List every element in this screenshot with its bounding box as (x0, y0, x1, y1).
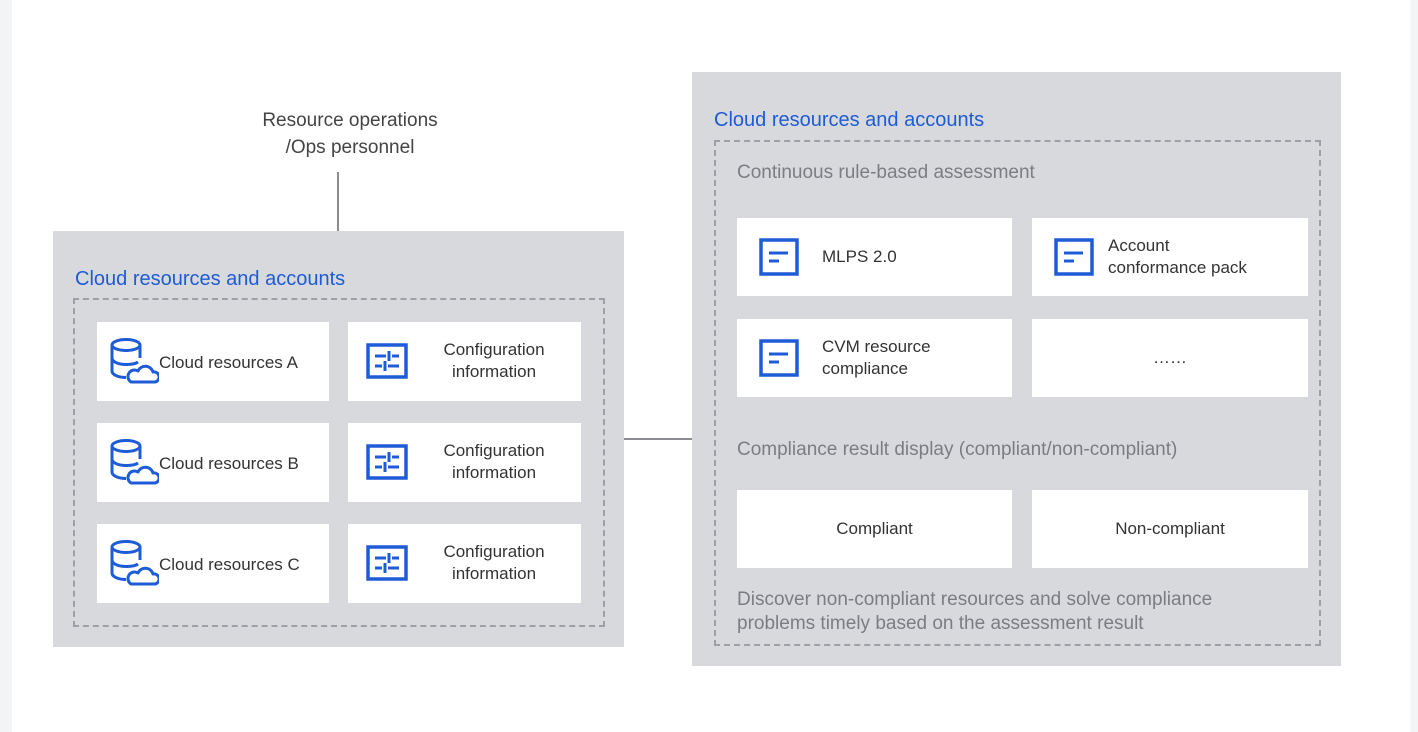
left-panel-title: Cloud resources and accounts (75, 268, 346, 290)
rule-label-cvm-line1: CVM resource (822, 337, 931, 356)
result-label-compliant: Compliant (836, 519, 913, 538)
rule-label-account-pack-line1: Account (1108, 236, 1170, 255)
config-card-c: Configuration information (348, 524, 581, 603)
config-label-a-line1: Configuration (443, 340, 545, 359)
rule-label-cvm-line2: compliance (822, 359, 908, 378)
database-cloud-icon (110, 540, 159, 586)
resource-card-c: Cloud resources C (97, 524, 329, 603)
rule-label-cvm: CVM resource compliance (822, 336, 931, 380)
resource-label-c: Cloud resources C (159, 555, 300, 574)
rule-label-more: …… (1153, 348, 1187, 367)
config-card-b: Configuration information (348, 423, 581, 502)
result-card-non-compliant: Non-compliant (1032, 490, 1308, 568)
rule-label-account-pack-line2: conformance pack (1108, 258, 1247, 277)
config-label-b-line1: Configuration (443, 441, 545, 460)
rule-card-more: …… (1032, 319, 1308, 397)
config-label-c-line1: Configuration (443, 542, 545, 561)
rule-card-cvm: CVM resource compliance (737, 319, 1012, 397)
sliders-config-icon (366, 343, 408, 379)
resource-card-a: Cloud resources A (97, 322, 329, 401)
config-label-a-line2: information (451, 362, 537, 381)
resource-label-a: Cloud resources A (159, 353, 298, 372)
footer-note-line1: Discover non-compliant resources and sol… (737, 589, 1213, 610)
rule-card-account-pack: Account conformance pack (1032, 218, 1308, 296)
result-card-compliant: Compliant (737, 490, 1012, 568)
config-card-a: Configuration information (348, 322, 581, 401)
rule-label-account-pack: Account conformance pack (1108, 235, 1247, 279)
resource-card-b: Cloud resources B (97, 423, 329, 502)
config-label-c: Configuration information (422, 541, 566, 585)
sliders-config-icon (366, 444, 408, 480)
right-panel: Cloud resources and accounts Continuous … (692, 72, 1341, 666)
config-label-a: Configuration information (422, 339, 566, 383)
assessment-footer-note: Discover non-compliant resources and sol… (737, 588, 1317, 636)
rule-document-icon (759, 339, 799, 377)
rule-card-mlps: MLPS 2.0 (737, 218, 1012, 296)
config-label-b: Configuration information (422, 440, 566, 484)
rule-label-mlps-line1: MLPS 2.0 (822, 247, 897, 266)
rule-document-icon (759, 238, 799, 276)
result-label-non-compliant: Non-compliant (1115, 519, 1225, 538)
config-label-b-line2: information (451, 463, 537, 482)
rule-document-icon (1054, 238, 1094, 276)
rule-label-mlps: MLPS 2.0 (822, 246, 897, 268)
sliders-config-icon (366, 545, 408, 581)
resource-label-b: Cloud resources B (159, 454, 299, 473)
config-label-c-line2: information (451, 564, 537, 583)
database-cloud-icon (110, 338, 159, 384)
diagram-canvas: Resource operations /Ops personnel Cloud… (12, 0, 1410, 732)
left-panel: Cloud resources and accounts Cloud resou… (53, 231, 624, 647)
right-panel-title: Cloud resources and accounts (714, 109, 985, 131)
database-cloud-icon (110, 439, 159, 485)
footer-note-line2: problems timely based on the assessment … (737, 613, 1144, 634)
assessment-label: Continuous rule-based assessment (737, 162, 1035, 183)
result-label: Compliance result display (compliant/non… (737, 439, 1178, 460)
